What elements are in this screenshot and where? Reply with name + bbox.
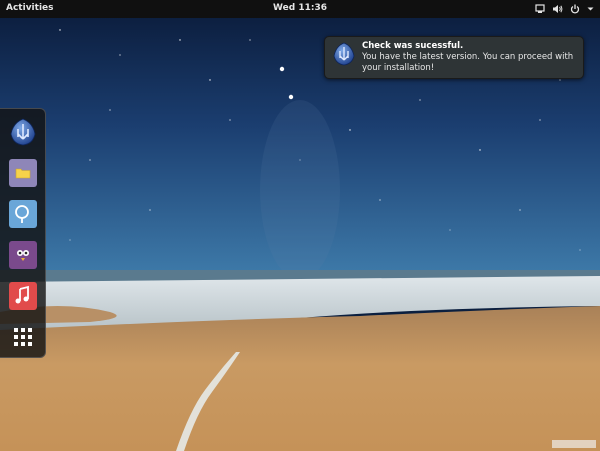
chat-icon[interactable] <box>9 241 37 269</box>
clock-container: Wed 11:36 <box>0 3 600 13</box>
app-icon <box>332 42 356 70</box>
installer-icon[interactable] <box>9 118 37 146</box>
music-icon[interactable] <box>9 282 37 310</box>
system-menu[interactable] <box>535 2 594 16</box>
chevron-down-icon[interactable] <box>587 4 594 14</box>
clock[interactable]: Wed 11:36 <box>273 3 327 13</box>
activities-button[interactable]: Activities <box>6 3 54 13</box>
notification-title: Check was sucessful. <box>362 41 464 51</box>
web-browser-icon[interactable] <box>9 200 37 228</box>
dash <box>0 108 46 358</box>
files-icon[interactable] <box>9 159 37 187</box>
top-bar: Activities Wed 11:36 <box>0 0 600 18</box>
network-icon[interactable] <box>535 4 545 14</box>
show-applications-icon[interactable] <box>9 323 37 351</box>
notification-banner[interactable]: Check was sucessful. You have the latest… <box>324 36 584 79</box>
volume-icon[interactable] <box>552 4 563 14</box>
notification-body: You have the latest version. You can pro… <box>362 52 574 73</box>
power-icon[interactable] <box>570 4 580 14</box>
